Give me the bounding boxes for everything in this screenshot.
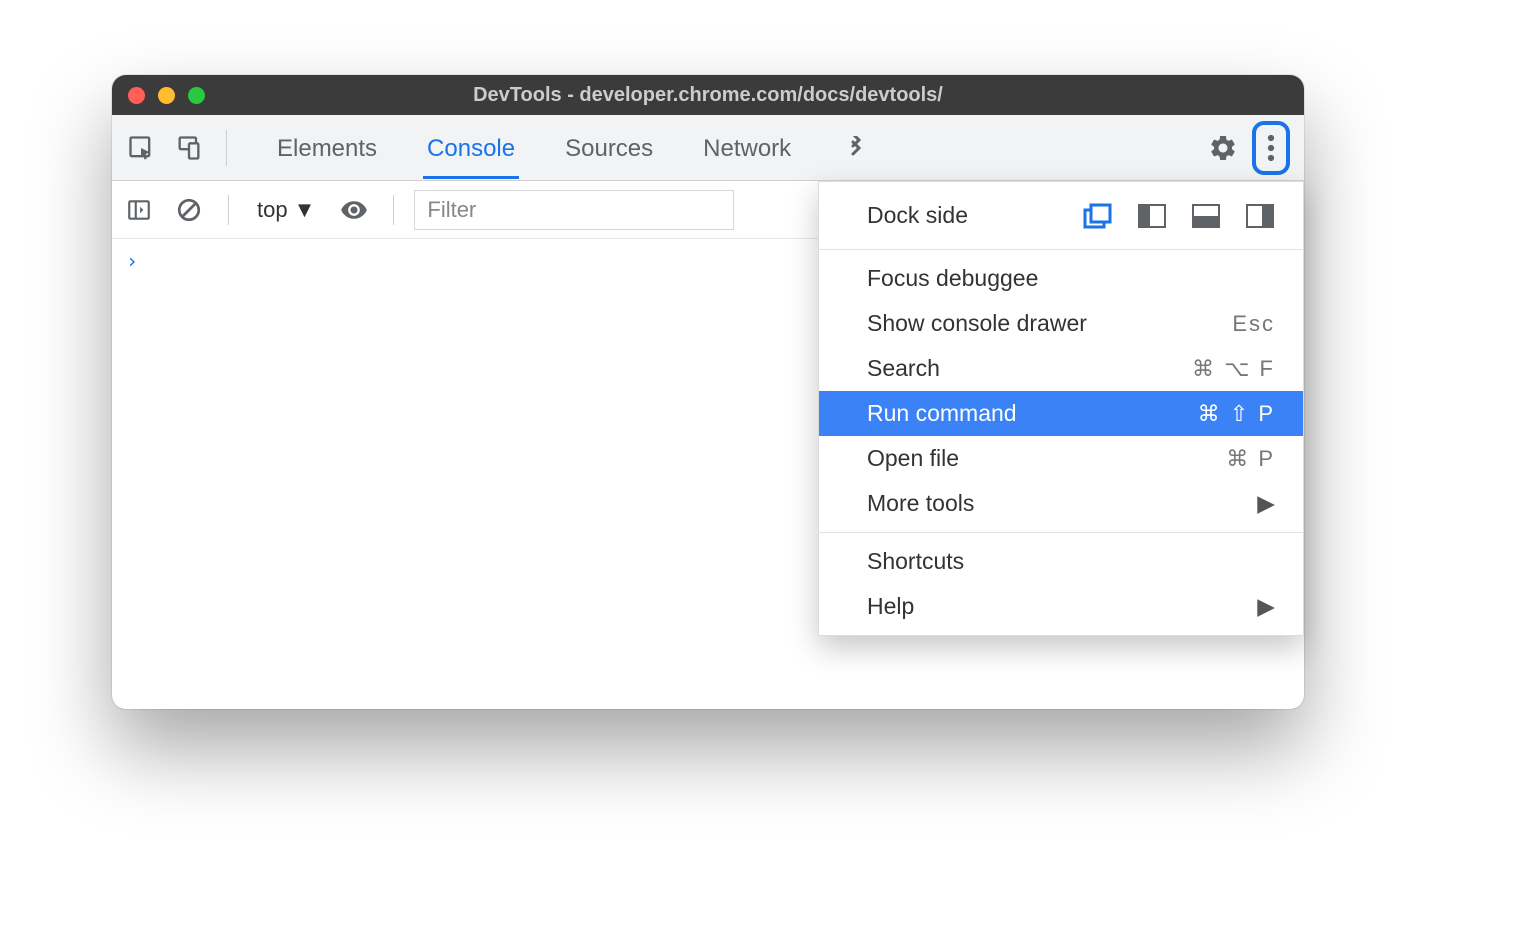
submenu-arrow-icon: ▶ (1257, 593, 1275, 620)
context-selector[interactable]: top ▼ (249, 197, 323, 223)
close-window-button[interactable] (128, 87, 145, 104)
menu-item-run-command[interactable]: Run command ⌘ ⇧ P (819, 391, 1303, 436)
toggle-sidebar-icon[interactable] (120, 191, 158, 229)
menu-item-help[interactable]: Help ▶ (819, 584, 1303, 629)
menu-item-shortcuts[interactable]: Shortcuts (819, 539, 1303, 584)
tab-elements[interactable]: Elements (273, 117, 381, 179)
tab-sources[interactable]: Sources (561, 117, 657, 179)
subtoolbar-divider (228, 195, 229, 225)
context-label: top (257, 197, 288, 223)
titlebar: DevTools - developer.chrome.com/docs/dev… (112, 75, 1304, 115)
dropdown-triangle-icon: ▼ (294, 197, 316, 223)
dock-undock-icon[interactable] (1083, 203, 1113, 229)
customize-menu: Dock side (818, 181, 1304, 636)
shortcut-text: ⌘ P (1226, 446, 1275, 472)
kebab-menu-highlight (1252, 121, 1290, 175)
menu-item-label: Open file (867, 445, 1226, 472)
menu-item-label: Show console drawer (867, 310, 1232, 337)
menu-item-open-file[interactable]: Open file ⌘ P (819, 436, 1303, 481)
main-toolbar: Elements Console Sources Network (112, 115, 1304, 181)
dock-side-row: Dock side (819, 182, 1303, 249)
menu-item-label: More tools (867, 490, 1257, 517)
submenu-arrow-icon: ▶ (1257, 490, 1275, 517)
dock-side-options (1083, 203, 1275, 229)
live-expression-icon[interactable] (335, 191, 373, 229)
menu-item-label: Run command (867, 400, 1198, 427)
kebab-menu-icon[interactable] (1258, 129, 1284, 167)
settings-icon[interactable] (1204, 129, 1242, 167)
menu-item-label: Search (867, 355, 1192, 382)
traffic-lights (128, 87, 205, 104)
clear-console-icon[interactable] (170, 191, 208, 229)
menu-item-label: Shortcuts (867, 548, 1275, 575)
shortcut-text: ⌘ ⇧ P (1198, 401, 1275, 427)
dock-bottom-icon[interactable] (1191, 203, 1221, 229)
more-tabs-icon[interactable] (837, 129, 875, 167)
shortcut-text: Esc (1232, 311, 1275, 337)
menu-section-help: Shortcuts Help ▶ (819, 533, 1303, 635)
maximize-window-button[interactable] (188, 87, 205, 104)
filter-input[interactable] (414, 190, 734, 230)
minimize-window-button[interactable] (158, 87, 175, 104)
shortcut-text: ⌘ ⌥ F (1192, 356, 1275, 382)
dock-right-icon[interactable] (1245, 203, 1275, 229)
toolbar-divider (226, 130, 227, 166)
menu-item-focus-debuggee[interactable]: Focus debuggee (819, 256, 1303, 301)
tab-console[interactable]: Console (423, 117, 519, 179)
device-toggle-icon[interactable] (170, 129, 208, 167)
dock-side-label: Dock side (867, 202, 968, 229)
devtools-window: DevTools - developer.chrome.com/docs/dev… (112, 75, 1304, 709)
menu-section-commands: Focus debuggee Show console drawer Esc S… (819, 250, 1303, 532)
dock-left-icon[interactable] (1137, 203, 1167, 229)
subtoolbar-divider-2 (393, 195, 394, 225)
menu-item-label: Focus debuggee (867, 265, 1275, 292)
inspect-element-icon[interactable] (122, 129, 160, 167)
window-title: DevTools - developer.chrome.com/docs/dev… (112, 84, 1304, 107)
toolbar-left (122, 129, 253, 167)
menu-item-show-console-drawer[interactable]: Show console drawer Esc (819, 301, 1303, 346)
menu-item-search[interactable]: Search ⌘ ⌥ F (819, 346, 1303, 391)
tab-network[interactable]: Network (699, 117, 795, 179)
menu-item-label: Help (867, 593, 1257, 620)
console-prompt-icon[interactable]: › (126, 249, 138, 273)
menu-item-more-tools[interactable]: More tools ▶ (819, 481, 1303, 526)
panel-tabs: Elements Console Sources Network (253, 117, 875, 179)
toolbar-right (1204, 121, 1294, 175)
